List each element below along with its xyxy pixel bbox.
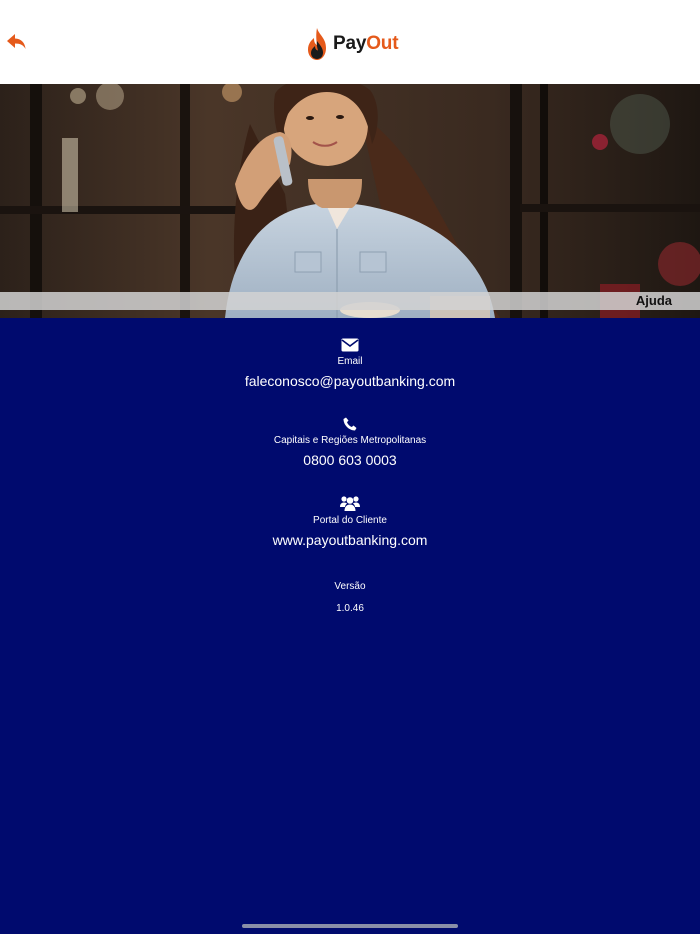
version-value: 1.0.46 bbox=[336, 603, 364, 614]
portal-link-text[interactable]: www.payoutbanking.com bbox=[273, 532, 428, 548]
phone-label: Capitais e Regiões Metropolitanas bbox=[273, 435, 427, 446]
email-label: Email bbox=[337, 356, 363, 367]
hero-photo bbox=[0, 84, 700, 318]
logo-text-out: Out bbox=[366, 33, 399, 54]
phone-icon bbox=[343, 417, 357, 431]
envelope-icon bbox=[341, 338, 359, 352]
flame-logo-icon bbox=[308, 28, 326, 60]
email-block: Email faleconosco@payoutbanking.com bbox=[0, 338, 700, 390]
email-link-text[interactable]: faleconosco@payoutbanking.com bbox=[245, 373, 455, 389]
hero-label-bar: Ajuda bbox=[0, 292, 700, 310]
users-group-icon bbox=[340, 496, 360, 511]
logo-text: PayOut bbox=[333, 33, 399, 55]
back-arrow-icon bbox=[7, 34, 26, 49]
app-header: PayOut bbox=[0, 0, 700, 84]
phone-block: Capitais e Regiões Metropolitanas 0800 6… bbox=[0, 417, 700, 469]
phone-link[interactable]: 0800 603 0003 bbox=[0, 451, 700, 469]
email-link[interactable]: faleconosco@payoutbanking.com bbox=[0, 372, 700, 390]
portal-link[interactable]: www.payoutbanking.com bbox=[0, 531, 700, 549]
version-label: Versão bbox=[334, 581, 366, 592]
logo-text-pay: Pay bbox=[333, 33, 367, 54]
portal-label: Portal do Cliente bbox=[313, 515, 387, 526]
home-indicator[interactable] bbox=[242, 924, 458, 928]
portal-block: Portal do Cliente www.payoutbanking.com bbox=[0, 495, 700, 549]
back-button[interactable] bbox=[4, 30, 30, 54]
phone-link-text[interactable]: 0800 603 0003 bbox=[303, 452, 396, 468]
page-title: Ajuda bbox=[635, 293, 672, 308]
payout-logo: PayOut bbox=[306, 26, 399, 62]
hero-banner: Ajuda bbox=[0, 84, 700, 318]
